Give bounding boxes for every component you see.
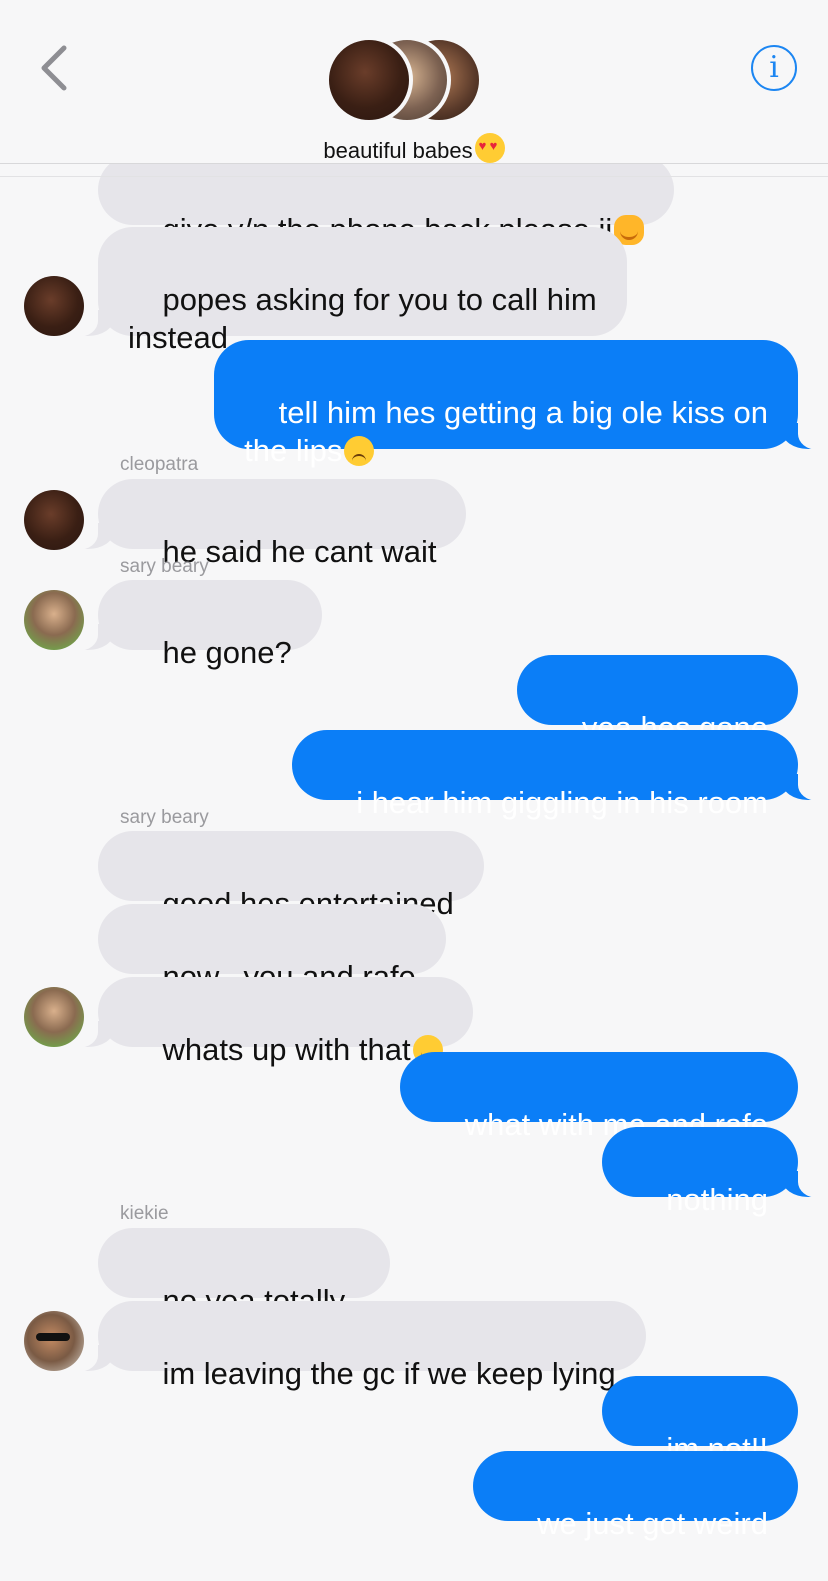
message-bubble-outgoing[interactable]: nothing — [601, 1127, 821, 1217]
sender-name: cleopatra — [120, 454, 199, 475]
message-bubble-outgoing[interactable]: what with me and rafe — [400, 1052, 798, 1142]
avatar-cleopatra[interactable] — [24, 276, 84, 336]
message-bubble-outgoing[interactable]: tell him hes getting a big ole kiss on t… — [214, 340, 820, 468]
avatar-sary-beary[interactable] — [24, 590, 84, 650]
message-text: we just got weird — [537, 1506, 768, 1541]
message-bubble-incoming[interactable]: popes asking for you to call him instead — [76, 227, 627, 355]
message-text: im leaving the gc if we keep lying — [162, 1356, 616, 1391]
message-bubble-incoming[interactable]: whats up with that — [76, 977, 473, 1067]
message-bubble-outgoing[interactable]: we just got weird — [472, 1451, 798, 1541]
sender-name: sary beary — [120, 807, 209, 828]
message-bubble-outgoing[interactable]: im not!! — [601, 1376, 798, 1466]
message-bubble-incoming[interactable]: give y/n the phone back please jj — [98, 155, 675, 247]
conversation-header: beautiful babes i — [0, 0, 828, 177]
chevron-left-icon[interactable] — [36, 44, 76, 92]
message-text: whats up with that — [162, 1032, 411, 1067]
message-text: nothing — [666, 1182, 768, 1217]
heart-eyes-emoji-icon — [474, 133, 505, 163]
sender-name: sary beary — [120, 556, 209, 577]
avatar — [325, 36, 413, 124]
info-icon[interactable]: i — [751, 45, 797, 91]
message-bubble-incoming[interactable]: now.. you and rafe — [98, 904, 446, 994]
message-text: he gone? — [162, 635, 292, 670]
pensive-face-emoji-icon — [344, 436, 375, 466]
message-text: tell him hes getting a big ole kiss on t… — [244, 395, 768, 468]
avatar-sary-beary[interactable] — [24, 987, 84, 1047]
group-name-text: beautiful babes — [323, 138, 473, 163]
sender-name: kiekie — [120, 1203, 169, 1224]
message-bubble-incoming[interactable]: he gone? — [76, 580, 322, 670]
avatar-cleopatra[interactable] — [24, 490, 84, 550]
message-bubble-outgoing[interactable]: yea hes gone — [517, 655, 798, 745]
message-bubble-incoming[interactable]: good hes entertained — [98, 831, 484, 921]
group-avatars[interactable] — [325, 36, 495, 124]
message-bubble-incoming[interactable]: no yea totally.. — [98, 1228, 391, 1318]
message-bubble-incoming[interactable]: im leaving the gc if we keep lying — [76, 1301, 646, 1391]
message-bubble-incoming[interactable]: he said he cant wait — [75, 479, 467, 569]
message-bubble-outgoing[interactable]: i hear him giggling in his room — [291, 730, 821, 820]
info-glyph: i — [769, 50, 779, 85]
group-title[interactable]: beautiful babes — [0, 133, 828, 164]
avatar-kiekie[interactable] — [24, 1311, 84, 1371]
message-text: i hear him giggling in his room — [356, 785, 768, 820]
